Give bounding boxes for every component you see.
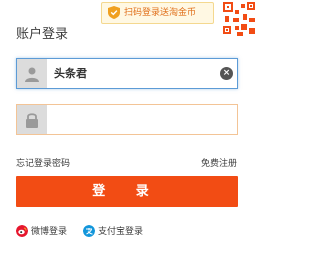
- weibo-login-label: 微博登录: [31, 227, 68, 237]
- page-title: 账户登录: [16, 27, 69, 42]
- user-icon: [17, 59, 47, 88]
- alipay-login-link[interactable]: 支付宝登录: [83, 224, 143, 237]
- alipay-icon: [83, 224, 95, 237]
- lock-icon: [17, 105, 47, 134]
- weibo-login-link[interactable]: 微博登录: [16, 224, 67, 237]
- qr-code-icon[interactable]: [219, 0, 257, 38]
- login-button[interactable]: 登 录: [16, 176, 238, 207]
- username-value[interactable]: 头条君: [54, 59, 87, 88]
- password-field[interactable]: [16, 104, 238, 135]
- shield-icon: [108, 6, 120, 19]
- qr-login-tip[interactable]: 扫码登录送淘金币: [101, 2, 214, 24]
- username-field[interactable]: 头条君 ×: [16, 58, 238, 89]
- alipay-login-label: 支付宝登录: [98, 227, 144, 237]
- register-link[interactable]: 免费注册: [201, 156, 237, 169]
- qr-tip-label: 扫码登录送淘金币: [124, 8, 197, 18]
- forgot-password-link[interactable]: 忘记登录密码: [16, 156, 70, 169]
- weibo-icon: [16, 224, 28, 237]
- clear-input-icon[interactable]: ×: [220, 67, 233, 80]
